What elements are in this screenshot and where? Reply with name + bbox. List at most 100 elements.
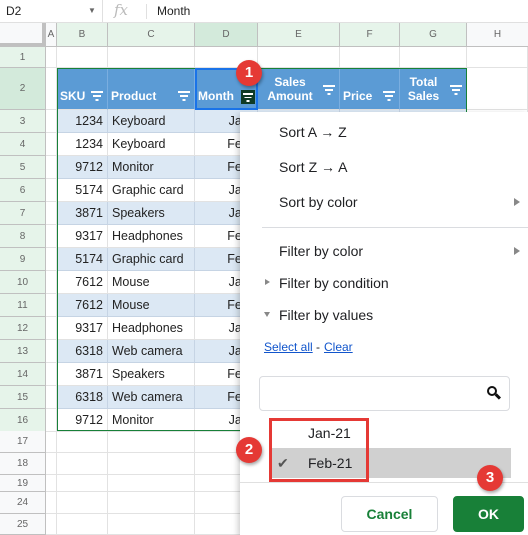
cell-sku[interactable]: 6318 <box>57 340 108 363</box>
select-all-corner[interactable] <box>0 23 46 47</box>
column-header-g[interactable]: G <box>400 23 467 47</box>
row-header[interactable]: 25 <box>0 514 46 535</box>
cell-sku[interactable]: 5174 <box>57 179 108 202</box>
row-header[interactable]: 2 <box>0 68 46 110</box>
empty-cell[interactable] <box>46 431 57 453</box>
empty-cell[interactable] <box>46 179 57 202</box>
cell-sku[interactable]: 3871 <box>57 363 108 386</box>
column-header-f[interactable]: F <box>340 23 400 47</box>
cell-product[interactable]: Keyboard <box>108 110 195 133</box>
name-box[interactable]: D2 <box>6 4 21 18</box>
empty-cell[interactable] <box>46 514 57 535</box>
filter-icon[interactable] <box>450 85 462 95</box>
row-header[interactable]: 24 <box>0 492 46 514</box>
empty-cell[interactable] <box>46 248 57 271</box>
filter-icon[interactable] <box>178 91 190 101</box>
menu-item-filter-by-color[interactable]: Filter by color <box>279 243 363 259</box>
row-header[interactable]: 17 <box>0 431 46 453</box>
cancel-button[interactable]: Cancel <box>341 496 438 532</box>
cell-product[interactable]: Graphic card <box>108 179 195 202</box>
empty-cell[interactable] <box>108 514 195 535</box>
menu-item-filter-by-condition[interactable]: Filter by condition <box>279 275 389 291</box>
row-header[interactable]: 5 <box>0 156 46 179</box>
cell-sku[interactable]: 3871 <box>57 202 108 225</box>
row-header[interactable]: 16 <box>0 409 46 432</box>
value-option-feb-21[interactable]: ✔ Feb-21 <box>269 448 511 478</box>
row-header[interactable]: 3 <box>0 110 46 133</box>
cell-sku[interactable]: 7612 <box>57 271 108 294</box>
empty-cell[interactable] <box>46 317 57 340</box>
empty-cell[interactable] <box>46 110 57 133</box>
cell-product[interactable]: Web camera <box>108 340 195 363</box>
empty-cell[interactable] <box>57 47 108 68</box>
cell-sku[interactable]: 9317 <box>57 317 108 340</box>
cell-product[interactable]: Monitor <box>108 409 195 432</box>
empty-cell[interactable] <box>46 271 57 294</box>
cell-product[interactable]: Headphones <box>108 225 195 248</box>
menu-item-filter-by-values[interactable]: Filter by values <box>279 307 373 323</box>
cell-product[interactable]: Keyboard <box>108 133 195 156</box>
cell-product[interactable]: Web camera <box>108 386 195 409</box>
empty-cell[interactable] <box>46 363 57 386</box>
expand-right-icon[interactable] <box>265 279 270 285</box>
column-header-e[interactable]: E <box>258 23 340 47</box>
row-header[interactable]: 9 <box>0 248 46 271</box>
empty-cell[interactable] <box>258 47 340 68</box>
menu-item-sort-az[interactable]: Sort A → Z <box>279 124 347 140</box>
select-all-link[interactable]: Select all <box>264 340 313 354</box>
row-header[interactable]: 12 <box>0 317 46 340</box>
column-header-h[interactable]: H <box>467 23 528 47</box>
cell-product[interactable]: Mouse <box>108 271 195 294</box>
filter-icon[interactable] <box>323 85 335 95</box>
cell-sku[interactable]: 9317 <box>57 225 108 248</box>
row-header[interactable]: 1 <box>0 47 46 68</box>
values-search-input[interactable] <box>259 376 510 411</box>
name-box-dropdown-icon[interactable]: ▼ <box>88 6 96 15</box>
empty-cell[interactable] <box>108 431 195 453</box>
row-header[interactable]: 8 <box>0 225 46 248</box>
formula-input[interactable]: Month <box>157 4 190 18</box>
cell-product[interactable]: Speakers <box>108 363 195 386</box>
empty-cell[interactable] <box>46 409 57 432</box>
empty-cell[interactable] <box>46 475 57 492</box>
cell-product[interactable]: Headphones <box>108 317 195 340</box>
cell-product[interactable]: Speakers <box>108 202 195 225</box>
empty-cell[interactable] <box>467 68 528 110</box>
cell-sku[interactable]: 5174 <box>57 248 108 271</box>
menu-item-sort-by-color[interactable]: Sort by color <box>279 194 358 210</box>
ok-button[interactable]: OK <box>453 496 524 532</box>
cell-sku[interactable]: 1234 <box>57 133 108 156</box>
empty-cell[interactable] <box>46 492 57 514</box>
cell-sku[interactable]: 9712 <box>57 409 108 432</box>
filter-icon[interactable] <box>383 91 395 101</box>
column-header-b[interactable]: B <box>57 23 108 47</box>
cell-product[interactable]: Mouse <box>108 294 195 317</box>
column-header-a[interactable]: A <box>46 23 57 47</box>
row-header[interactable]: 11 <box>0 294 46 317</box>
clear-link[interactable]: Clear <box>324 340 353 354</box>
empty-cell[interactable] <box>108 492 195 514</box>
column-header-c[interactable]: C <box>108 23 195 47</box>
cell-sku[interactable]: 9712 <box>57 156 108 179</box>
empty-cell[interactable] <box>340 47 400 68</box>
empty-cell[interactable] <box>46 340 57 363</box>
row-header[interactable]: 19 <box>0 475 46 492</box>
cell-sku[interactable]: 6318 <box>57 386 108 409</box>
cell-product[interactable]: Graphic card <box>108 248 195 271</box>
cell-sku[interactable]: 1234 <box>57 110 108 133</box>
empty-cell[interactable] <box>57 475 108 492</box>
menu-item-sort-za[interactable]: Sort Z → A <box>279 159 347 175</box>
empty-cell[interactable] <box>57 453 108 475</box>
row-header[interactable]: 14 <box>0 363 46 386</box>
empty-cell[interactable] <box>108 475 195 492</box>
row-header[interactable]: 18 <box>0 453 46 475</box>
row-header[interactable]: 15 <box>0 386 46 409</box>
empty-cell[interactable] <box>400 47 467 68</box>
empty-cell[interactable] <box>467 47 528 68</box>
row-header[interactable]: 10 <box>0 271 46 294</box>
empty-cell[interactable] <box>46 202 57 225</box>
row-header[interactable]: 13 <box>0 340 46 363</box>
empty-cell[interactable] <box>46 156 57 179</box>
empty-cell[interactable] <box>46 225 57 248</box>
row-header[interactable]: 7 <box>0 202 46 225</box>
